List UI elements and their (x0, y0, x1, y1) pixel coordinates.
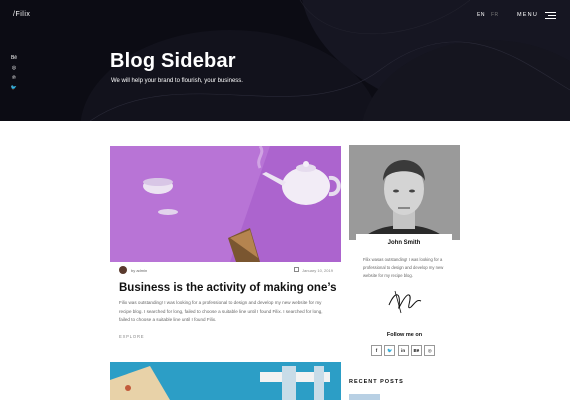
teapot-illustration (110, 146, 341, 262)
author-name: John Smith (387, 240, 421, 246)
page-subtitle: We will help your brand to flourish, you… (111, 78, 243, 84)
desk-illustration (110, 362, 341, 400)
hamburger-icon[interactable] (545, 12, 556, 19)
post-excerpt: Filix was outstanding! I was looking for… (119, 300, 323, 323)
dribbble-icon[interactable]: ◎ (10, 63, 18, 73)
twitter-icon[interactable]: 🐦 (384, 345, 396, 356)
author-widget: John Smith Filix wasas outstanding! I wa… (349, 145, 460, 370)
hero-decor-lines (89, 0, 570, 121)
facebook-icon[interactable]: f (371, 345, 382, 356)
lang-en-link[interactable]: EN (477, 12, 485, 18)
twitter-icon[interactable]: 🐦 (10, 83, 18, 93)
behance-icon[interactable]: Bē (10, 53, 18, 63)
site-logo[interactable]: /Filix (13, 11, 30, 18)
dribbble-icon[interactable]: ◎ (424, 345, 436, 356)
follow-social-links: f 🐦 in Bē ◎ (371, 345, 437, 357)
signature-image (388, 290, 422, 314)
behance-icon[interactable]: Bē (410, 345, 422, 356)
author-name-box: John Smith (356, 234, 452, 254)
post-author[interactable]: by admin (131, 268, 147, 273)
author-avatar[interactable] (119, 266, 127, 274)
post-meta: by admin January 10, 2019 (110, 265, 341, 277)
linkedin-icon[interactable]: in (397, 345, 409, 356)
post-image[interactable] (110, 362, 341, 400)
side-social-links: Bē ◎ ℗ 🐦 (10, 53, 18, 93)
author-photo (349, 145, 460, 240)
post-image[interactable] (110, 146, 341, 262)
post-title[interactable]: Business is the activity of making one’s (119, 282, 337, 294)
post-date: January 10, 2019 (302, 268, 333, 273)
lang-fr-link[interactable]: FR (491, 12, 499, 18)
calendar-icon (294, 267, 299, 272)
recent-posts-heading: RECENT POSTS (349, 379, 404, 385)
explore-link[interactable]: EXPLORE (119, 334, 144, 339)
follow-label: Follow me on (386, 332, 423, 338)
author-bio: Filix wasas outstanding! I was looking f… (363, 257, 444, 279)
page-title: Blog Sidebar (110, 50, 236, 72)
pinterest-icon[interactable]: ℗ (10, 73, 18, 83)
hero-banner (0, 0, 570, 121)
recent-post-thumbnail[interactable] (349, 394, 380, 400)
menu-button[interactable]: MENU (517, 12, 538, 18)
